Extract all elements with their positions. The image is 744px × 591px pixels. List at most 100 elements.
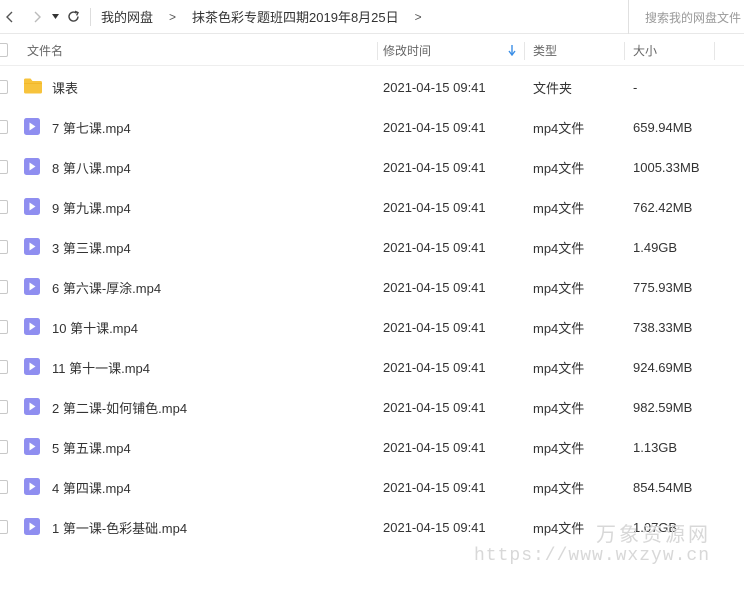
file-size: 1.13GB <box>633 439 678 455</box>
chevron-right-icon <box>34 11 41 22</box>
row-checkbox[interactable] <box>0 520 8 534</box>
row-checkbox[interactable] <box>0 400 8 414</box>
row-checkbox[interactable] <box>0 120 8 134</box>
file-row[interactable]: 9 第九课.mp4 2021-04-15 09:41 mp4文件 762.42M… <box>0 187 744 227</box>
forward-button[interactable] <box>28 0 48 34</box>
file-row[interactable]: 8 第八课.mp4 2021-04-15 09:41 mp4文件 1005.33… <box>0 147 744 187</box>
row-checkbox[interactable] <box>0 280 8 294</box>
file-type: mp4文件 <box>533 480 585 496</box>
refresh-button[interactable] <box>62 0 84 34</box>
refresh-icon <box>67 10 79 22</box>
column-divider[interactable] <box>524 42 525 60</box>
file-row[interactable]: 10 第十课.mp4 2021-04-15 09:41 mp4文件 738.33… <box>0 307 744 347</box>
row-checkbox[interactable] <box>0 360 8 374</box>
file-row[interactable]: 11 第十一课.mp4 2021-04-15 09:41 mp4文件 924.6… <box>0 347 744 387</box>
file-row[interactable]: 3 第三课.mp4 2021-04-15 09:41 mp4文件 1.49GB <box>0 227 744 267</box>
row-checkbox[interactable] <box>0 320 8 334</box>
sort-descending-icon[interactable] <box>508 34 516 66</box>
caret-down-icon <box>51 14 59 19</box>
video-file-icon <box>23 517 42 536</box>
video-file-icon <box>23 157 42 176</box>
video-file-icon <box>23 197 42 216</box>
history-dropdown-button[interactable] <box>48 0 62 34</box>
watermark-text: 万象资源网 <box>596 522 711 546</box>
column-divider[interactable] <box>377 42 378 60</box>
file-size: 1005.33MB <box>633 159 700 175</box>
file-name[interactable]: 1 第一课-色彩基础.mp4 <box>52 507 187 547</box>
file-type: mp4文件 <box>533 440 585 456</box>
file-name[interactable]: 7 第七课.mp4 <box>52 107 131 147</box>
column-header-type[interactable]: 类型 <box>533 34 557 66</box>
watermark-url: https://www.wxzyw.cn <box>474 546 711 566</box>
folder-icon <box>23 77 42 96</box>
select-all-checkbox[interactable] <box>0 43 8 57</box>
breadcrumb-current-folder[interactable]: 抹茶色彩专题班四期2019年8月25日 <box>192 7 399 26</box>
file-row[interactable]: 2 第二课-如何铺色.mp4 2021-04-15 09:41 mp4文件 98… <box>0 387 744 427</box>
column-header-size[interactable]: 大小 <box>633 34 657 66</box>
file-type: mp4文件 <box>533 160 585 176</box>
column-divider[interactable] <box>714 42 715 60</box>
video-file-icon <box>23 237 42 256</box>
file-modified: 2021-04-15 09:41 <box>383 279 486 295</box>
file-row[interactable]: 4 第四课.mp4 2021-04-15 09:41 mp4文件 854.54M… <box>0 467 744 507</box>
file-type: mp4文件 <box>533 120 585 136</box>
file-name[interactable]: 8 第八课.mp4 <box>52 147 131 187</box>
file-name[interactable]: 9 第九课.mp4 <box>52 187 131 227</box>
file-list-header: 文件名 修改时间 类型 大小 <box>0 34 744 66</box>
file-modified: 2021-04-15 09:41 <box>383 399 486 415</box>
file-modified: 2021-04-15 09:41 <box>383 199 486 215</box>
file-name[interactable]: 11 第十一课.mp4 <box>52 347 150 387</box>
file-name[interactable]: 4 第四课.mp4 <box>52 467 131 507</box>
column-divider[interactable] <box>624 42 625 60</box>
video-file-icon <box>23 477 42 496</box>
file-modified: 2021-04-15 09:41 <box>383 439 486 455</box>
file-name[interactable]: 课表 <box>52 67 78 107</box>
column-header-name[interactable]: 文件名 <box>27 34 63 66</box>
file-modified: 2021-04-15 09:41 <box>383 319 486 335</box>
file-row[interactable]: 7 第七课.mp4 2021-04-15 09:41 mp4文件 659.94M… <box>0 107 744 147</box>
file-size: 775.93MB <box>633 279 693 295</box>
file-type: mp4文件 <box>533 400 585 416</box>
file-size: 924.69MB <box>633 359 693 375</box>
search-placeholder: 搜索我的网盘文件 <box>645 10 742 25</box>
file-type: mp4文件 <box>533 280 585 296</box>
file-name[interactable]: 3 第三课.mp4 <box>52 227 131 267</box>
file-type: mp4文件 <box>533 200 585 216</box>
breadcrumb-separator: > <box>169 9 177 24</box>
file-size: 1.49GB <box>633 239 678 255</box>
file-modified: 2021-04-15 09:41 <box>383 239 486 255</box>
row-checkbox[interactable] <box>0 440 8 454</box>
file-name[interactable]: 6 第六课-厚涂.mp4 <box>52 267 161 307</box>
column-header-modified[interactable]: 修改时间 <box>383 34 431 66</box>
file-type: mp4文件 <box>533 520 585 536</box>
back-button[interactable] <box>0 0 18 34</box>
file-modified: 2021-04-15 09:41 <box>383 119 486 135</box>
file-type: mp4文件 <box>533 320 585 336</box>
file-row[interactable]: 6 第六课-厚涂.mp4 2021-04-15 09:41 mp4文件 775.… <box>0 267 744 307</box>
video-file-icon <box>23 317 42 336</box>
search-input[interactable]: 搜索我的网盘文件 <box>628 0 744 34</box>
breadcrumb-root[interactable]: 我的网盘 <box>101 7 153 26</box>
row-checkbox[interactable] <box>0 80 8 94</box>
file-name[interactable]: 2 第二课-如何铺色.mp4 <box>52 387 187 427</box>
file-size: 854.54MB <box>633 479 693 495</box>
video-file-icon <box>23 117 42 136</box>
video-file-icon <box>23 357 42 376</box>
video-file-icon <box>23 437 42 456</box>
file-size: 659.94MB <box>633 119 693 135</box>
file-modified: 2021-04-15 09:41 <box>383 359 486 375</box>
breadcrumb-separator[interactable]: > <box>415 10 422 24</box>
file-modified: 2021-04-15 09:41 <box>383 79 486 95</box>
row-checkbox[interactable] <box>0 480 8 494</box>
file-row[interactable]: 课表 2021-04-15 09:41 文件夹 - <box>0 67 744 107</box>
row-checkbox[interactable] <box>0 160 8 174</box>
file-row[interactable]: 5 第五课.mp4 2021-04-15 09:41 mp4文件 1.13GB <box>0 427 744 467</box>
file-type: mp4文件 <box>533 240 585 256</box>
nav-divider <box>90 7 91 26</box>
file-name[interactable]: 5 第五课.mp4 <box>52 427 131 467</box>
row-checkbox[interactable] <box>0 200 8 214</box>
file-name[interactable]: 10 第十课.mp4 <box>52 307 138 347</box>
row-checkbox[interactable] <box>0 240 8 254</box>
file-modified: 2021-04-15 09:41 <box>383 159 486 175</box>
file-type: 文件夹 <box>533 80 573 96</box>
